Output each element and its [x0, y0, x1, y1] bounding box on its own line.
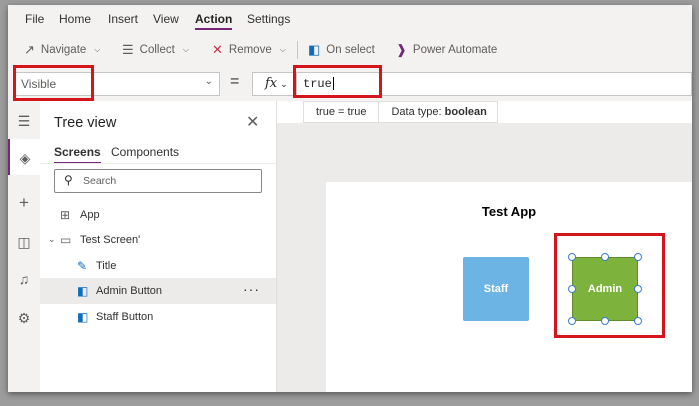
plus-icon[interactable]: +: [8, 193, 40, 213]
on-select-button[interactable]: ◧ On select: [308, 42, 375, 58]
hint-expression: true = true: [304, 102, 380, 122]
menu-action[interactable]: Action: [195, 12, 233, 30]
design-canvas: Test App Staff Admin: [277, 123, 692, 392]
resize-handle[interactable]: [568, 253, 576, 261]
menu-insert[interactable]: Insert: [108, 12, 138, 26]
left-rail: ☰ ◈ + ◫ ♫ ⚙: [8, 101, 41, 392]
chevron-down-icon: ⌵: [94, 45, 101, 54]
text-caret: [332, 77, 334, 91]
property-value: Visible: [21, 77, 57, 91]
database-icon[interactable]: ◫: [8, 234, 40, 251]
more-options-icon[interactable]: ···: [243, 281, 260, 297]
tree-node-app[interactable]: ⊞ App: [40, 202, 276, 228]
tab-screens[interactable]: Screens: [54, 145, 101, 164]
button-icon: ◧: [77, 284, 89, 298]
tree-node-admin-button[interactable]: ◧ Admin Button ···: [40, 278, 276, 304]
navigate-label: Navigate: [40, 44, 87, 56]
chevron-down-icon: ⌵: [279, 45, 286, 54]
resize-handle[interactable]: [601, 317, 609, 325]
menu-file[interactable]: File: [25, 12, 44, 26]
collect-label: Collect: [139, 44, 175, 56]
search-placeholder: Search: [83, 175, 117, 187]
app-icon: ⊞: [60, 208, 71, 222]
screen-icon: ▭: [60, 233, 72, 247]
list-icon: ☰: [122, 42, 134, 57]
menu-settings[interactable]: Settings: [247, 12, 290, 26]
tree-node-label: Title: [96, 260, 117, 272]
resize-handle[interactable]: [568, 285, 576, 293]
tree-node-title[interactable]: ✎ Title: [40, 253, 276, 279]
chevron-down-icon: ⌄: [204, 76, 213, 87]
fx-button[interactable]: fx ⌄: [252, 72, 296, 96]
menu-home[interactable]: Home: [59, 12, 91, 26]
collect-button[interactable]: ☰ Collect ⌵: [122, 42, 189, 58]
tree-node-staff-button[interactable]: ◧ Staff Button: [40, 304, 276, 330]
power-automate-icon: ❱: [396, 42, 407, 57]
search-input[interactable]: ⚲ Search: [54, 169, 262, 193]
tree-view-panel: Tree view ✕ Screens Components ⚲ Search …: [40, 101, 277, 392]
power-automate-button[interactable]: ❱ Power Automate: [396, 42, 497, 58]
hamburger-icon[interactable]: ☰: [8, 113, 40, 130]
hint-type-label: Data type:: [391, 106, 442, 118]
chevron-down-icon: ⌄: [48, 234, 56, 244]
layers-icon[interactable]: ◈: [8, 139, 40, 175]
hint-data-type: Data type: boolean: [379, 106, 496, 118]
menu-view[interactable]: View: [153, 12, 179, 26]
chevron-down-icon: ⌄: [280, 79, 288, 89]
media-icon[interactable]: ♫: [8, 271, 40, 287]
remove-button[interactable]: ✕ Remove ⌵: [212, 42, 286, 58]
menu-bar: File Home Insert View Action Settings: [8, 5, 692, 33]
ribbon-divider: [297, 41, 298, 59]
hint-type-value: boolean: [444, 106, 487, 118]
resize-handle[interactable]: [634, 285, 642, 293]
fx-label: fx: [265, 76, 278, 91]
resize-handle[interactable]: [568, 317, 576, 325]
close-icon[interactable]: ✕: [246, 112, 259, 132]
chevron-down-icon: ⌵: [182, 45, 189, 54]
tab-components[interactable]: Components: [111, 145, 179, 159]
app-title[interactable]: Test App: [326, 204, 692, 219]
tree-node-label: Admin Button: [96, 285, 163, 297]
power-apps-window: File Home Insert View Action Settings ↗ …: [8, 5, 692, 392]
admin-button[interactable]: Admin: [572, 257, 638, 321]
search-icon: ⚲: [64, 173, 73, 187]
x-icon: ✕: [212, 42, 223, 57]
tree-node-screen[interactable]: ⌄ ▭ Test Screen': [40, 227, 276, 253]
tree-node-label: Staff Button: [96, 311, 154, 323]
formula-value: true: [303, 77, 332, 91]
cursor-box-icon: ◧: [308, 42, 321, 57]
property-dropdown[interactable]: Visible ⌄: [14, 72, 220, 96]
tree-node-label: App: [80, 209, 100, 221]
tree-node-label: Test Screen': [80, 234, 141, 246]
formula-result-hint: true = true Data type: boolean: [303, 101, 498, 123]
resize-handle[interactable]: [601, 253, 609, 261]
power-automate-label: Power Automate: [412, 44, 498, 56]
equals-sign: =: [230, 73, 240, 90]
formula-input[interactable]: true: [296, 72, 692, 96]
staff-button[interactable]: Staff: [463, 257, 529, 321]
ribbon-toolbar: ↗ Navigate ⌵ ☰ Collect ⌵ ✕ Remove ⌵ ◧ On…: [8, 33, 692, 68]
on-select-label: On select: [326, 44, 375, 56]
tree-view-title: Tree view: [54, 115, 117, 131]
formula-bar: Visible ⌄ = fx ⌄ true: [8, 67, 692, 101]
tools-icon[interactable]: ⚙: [8, 310, 40, 327]
navigate-button[interactable]: ↗ Navigate ⌵: [24, 42, 100, 58]
button-icon: ◧: [77, 310, 89, 324]
edit-label-icon: ✎: [77, 259, 88, 273]
tab-divider: [40, 163, 276, 164]
resize-handle[interactable]: [634, 317, 642, 325]
remove-label: Remove: [228, 44, 272, 56]
arrow-icon: ↗: [24, 42, 35, 57]
resize-handle[interactable]: [634, 253, 642, 261]
app-screen[interactable]: Test App Staff Admin: [326, 182, 692, 392]
